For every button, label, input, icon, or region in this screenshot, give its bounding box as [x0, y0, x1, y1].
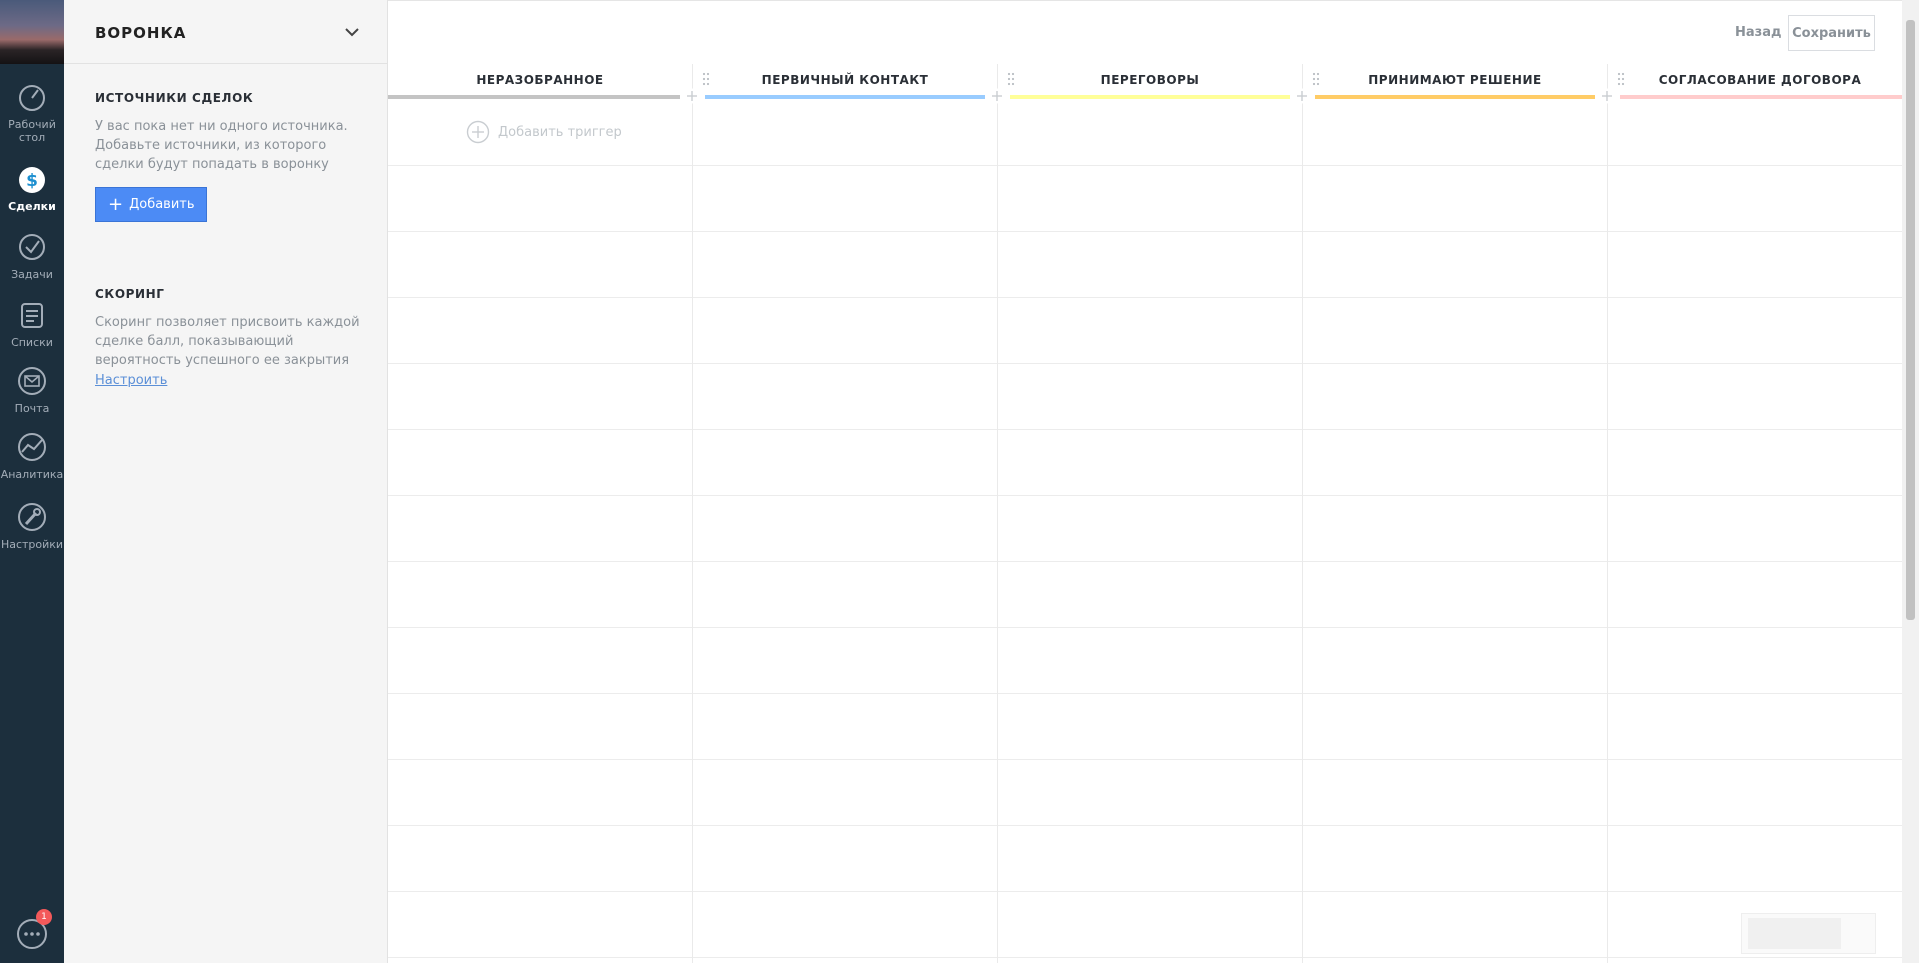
- nav-label-deals: Сделки: [8, 200, 56, 213]
- dashboard-icon: [19, 85, 45, 111]
- nav-label-tasks: Задачи: [11, 268, 53, 281]
- user-avatar[interactable]: [0, 0, 64, 64]
- back-link[interactable]: Назад: [1735, 25, 1781, 40]
- add-source-button[interactable]: + Добавить: [95, 187, 207, 222]
- nav-item-mail[interactable]: Почта: [0, 364, 64, 415]
- nav-label-analytics: Аналитика: [0, 468, 64, 481]
- plus-circle-icon: [466, 120, 490, 144]
- lists-icon: [21, 303, 43, 328]
- nav-item-lists[interactable]: Списки: [0, 298, 64, 349]
- tasks-icon: [19, 234, 45, 260]
- drag-handle-icon[interactable]: [1312, 72, 1320, 86]
- plus-icon: [1599, 88, 1615, 104]
- stage-color-bar: [388, 95, 680, 99]
- stage-header[interactable]: ПЕРЕГОВОРЫ: [998, 64, 1302, 98]
- pipeline-board: НЕРАЗОБРАННОЕ Добавить триггер ПЕРВИЧНЫЙ…: [388, 64, 1902, 963]
- add-stage-button[interactable]: [989, 88, 1005, 104]
- drag-handle-icon[interactable]: [1617, 72, 1625, 86]
- add-stage-button[interactable]: [1294, 88, 1310, 104]
- stage-column-unsorted: НЕРАЗОБРАННОЕ Добавить триггер: [388, 64, 700, 963]
- nav-item-settings[interactable]: Настройки: [0, 500, 64, 551]
- nav-label-settings: Настройки: [0, 538, 64, 551]
- stage-column-negotiation: ПЕРЕГОВОРЫ: [998, 64, 1310, 963]
- plus-icon: [989, 88, 1005, 104]
- add-trigger-button[interactable]: Добавить триггер: [466, 120, 622, 144]
- sources-title: ИСТОЧНИКИ СДЕЛОК: [95, 91, 254, 105]
- analytics-icon: [18, 433, 46, 461]
- plus-icon: [1294, 88, 1310, 104]
- drag-handle-icon[interactable]: [1007, 72, 1015, 86]
- top-bar: Назад Сохранить: [388, 0, 1902, 64]
- pipeline-settings-panel: ВОРОНКА ИСТОЧНИКИ СДЕЛОК У вас пока нет …: [64, 0, 388, 963]
- plus-icon: [684, 88, 700, 104]
- nav-label-dashboard: Рабочий стол: [8, 118, 56, 144]
- panel-title: ВОРОНКА: [95, 24, 187, 42]
- svg-text:$: $: [26, 171, 38, 191]
- nav-label-lists: Списки: [11, 336, 53, 349]
- mail-icon: [18, 367, 46, 395]
- chevron-down-icon[interactable]: [342, 22, 362, 42]
- sources-text: У вас пока нет ни одного источника. Доба…: [95, 119, 348, 172]
- scoring-setup-link[interactable]: Настроить: [95, 373, 167, 388]
- nav-label-mail: Почта: [14, 402, 50, 415]
- save-button[interactable]: Сохранить: [1788, 15, 1875, 51]
- plus-icon: +: [108, 193, 124, 215]
- stage-header[interactable]: НЕРАЗОБРАННОЕ: [388, 64, 692, 98]
- add-stage-button[interactable]: [684, 88, 700, 104]
- nav-item-tasks[interactable]: Задачи: [0, 230, 64, 281]
- stage-color-bar: [1315, 95, 1595, 99]
- add-stage-button[interactable]: [1599, 88, 1615, 104]
- deals-icon: $: [19, 167, 45, 193]
- add-trigger-label: Добавить триггер: [498, 124, 622, 140]
- scrollbar-thumb[interactable]: [1906, 20, 1915, 620]
- stage-name: СОГЛАСОВАНИЕ ДОГОВОРА: [1658, 73, 1862, 87]
- scoring-title: СКОРИНГ: [95, 287, 165, 301]
- stage-header[interactable]: ПЕРВИЧНЫЙ КОНТАКТ: [693, 64, 997, 98]
- main-nav: Рабочий стол $ Сделки Задачи Списки Почт: [0, 0, 64, 963]
- nav-item-analytics[interactable]: Аналитика: [0, 430, 64, 481]
- nav-item-dashboard[interactable]: Рабочий стол: [0, 80, 64, 144]
- stage-color-bar: [705, 95, 985, 99]
- stage-column-first-contact: ПЕРВИЧНЫЙ КОНТАКТ: [693, 64, 1005, 963]
- chat-badge: 1: [36, 909, 52, 925]
- stage-color-bar: [1010, 95, 1290, 99]
- stage-color-bar: [1620, 95, 1902, 99]
- scoring-text: Скоринг позволяет присвоить каждой сделк…: [95, 315, 360, 368]
- stage-name: ПЕРВИЧНЫЙ КОНТАКТ: [761, 73, 929, 87]
- panel-header[interactable]: ВОРОНКА: [64, 0, 387, 64]
- add-source-label: Добавить: [129, 197, 195, 212]
- stage-header[interactable]: ПРИНИМАЮТ РЕШЕНИЕ: [1303, 64, 1607, 98]
- loading-placeholder-bar: [1748, 918, 1841, 949]
- stage-column-decision: ПРИНИМАЮТ РЕШЕНИЕ: [1303, 64, 1615, 963]
- stage-name: ПЕРЕГОВОРЫ: [1100, 73, 1200, 87]
- stage-column-contract: СОГЛАСОВАНИЕ ДОГОВОРА: [1608, 64, 1902, 963]
- stage-name: НЕРАЗОБРАННОЕ: [476, 73, 604, 87]
- stage-header[interactable]: СОГЛАСОВАНИЕ ДОГОВОРА: [1608, 64, 1902, 98]
- settings-icon: [18, 503, 46, 531]
- stage-name: ПРИНИМАЮТ РЕШЕНИЕ: [1368, 73, 1542, 87]
- drag-handle-icon[interactable]: [702, 72, 710, 86]
- nav-item-deals[interactable]: $ Сделки: [0, 162, 64, 213]
